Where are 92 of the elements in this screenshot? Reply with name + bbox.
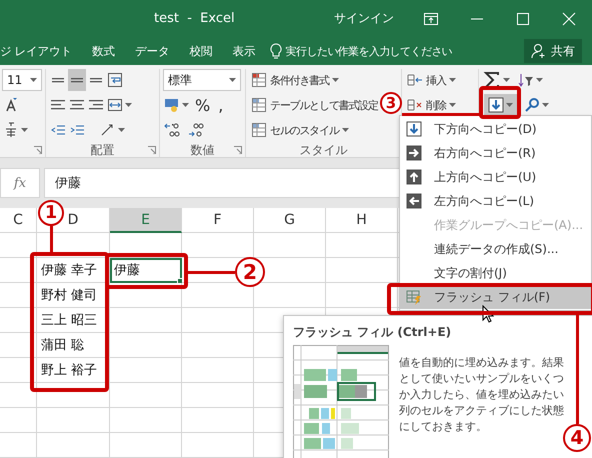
caret-icon <box>536 78 543 82</box>
column-header[interactable]: F <box>182 208 254 233</box>
align-lines-icon <box>69 78 85 82</box>
currency-icon <box>164 97 180 113</box>
table-style-icon <box>251 97 267 113</box>
table-cell: 野上 裕子 <box>37 358 110 383</box>
ribbon-tab[interactable]: 校閲 <box>180 37 223 65</box>
search-icon <box>524 97 540 113</box>
table-style-icon <box>251 72 267 88</box>
menu-item[interactable]: 連続データの作成(S)... <box>400 237 591 261</box>
dialog-launcher-icon[interactable] <box>34 146 42 154</box>
align-lines-icon <box>50 78 66 82</box>
menu-item[interactable]: フラッシュ フィル(F) <box>400 285 591 309</box>
cells-grid-icon <box>407 97 423 113</box>
ribbon-tab[interactable]: 数式 <box>82 37 126 65</box>
caret-icon <box>332 78 339 82</box>
dialog-launcher-icon[interactable] <box>148 146 156 154</box>
phonetic-guide-icon <box>3 122 19 138</box>
cells-command-button[interactable]: 削除 <box>405 94 458 116</box>
column-header[interactable]: H <box>326 208 398 233</box>
caret-icon <box>182 103 189 107</box>
window-title: test - Excel <box>154 11 235 26</box>
fill-button[interactable] <box>484 94 517 116</box>
increase-decimal-icon <box>164 122 180 138</box>
caret-icon <box>448 103 456 107</box>
wrap-text-icon <box>107 72 123 88</box>
person-add-icon <box>531 43 547 59</box>
group-label: 数値 <box>190 142 216 159</box>
tooltip-description: 値を自動的に埋め込みます。結果として使いたいサンプルをいくつか入力したら、値を埋め込みたい列のセルをアクティブにした状態にしておきます。 <box>399 355 565 435</box>
percent-button[interactable]: % <box>192 94 214 116</box>
sort-filter-icon <box>518 72 534 88</box>
font-size-dropdown[interactable]: 11 <box>2 69 42 91</box>
leader-line <box>50 226 53 253</box>
active-cell[interactable]: 伊藤 <box>110 258 182 283</box>
caret-icon <box>506 103 513 107</box>
caret-icon <box>30 78 37 82</box>
menu-item[interactable]: 右方向へコピー(R) <box>400 141 591 165</box>
table-style-icon <box>251 122 267 138</box>
caret-icon <box>118 128 125 132</box>
caret-icon <box>448 78 456 82</box>
caret-icon <box>342 128 349 132</box>
minimize-icon <box>471 18 483 20</box>
comma-button[interactable]: , <box>215 94 226 116</box>
caret-icon <box>125 103 132 107</box>
menu-item[interactable]: 文字の割付(J) <box>400 261 591 285</box>
leader-line <box>186 271 235 274</box>
styles-command-button[interactable]: テーブルとして書式設定 <box>249 94 380 116</box>
styles-command-button[interactable]: セルのスタイル <box>249 119 351 141</box>
ribbon-tab[interactable]: データ <box>125 37 180 65</box>
styles-command-button[interactable]: 条件付き書式 <box>249 69 341 91</box>
table-cell: 三上 昭三 <box>37 308 110 333</box>
flash-fill-icon <box>406 289 422 305</box>
fill-handle[interactable] <box>177 278 183 284</box>
table-cell: 野村 健司 <box>37 283 110 308</box>
group-label: スタイル <box>298 142 348 159</box>
menu-item[interactable]: 上方向へコピー(U) <box>400 165 591 189</box>
menu-item[interactable]: 下方向へコピー(D) <box>400 117 591 141</box>
align-center-icon <box>69 100 85 110</box>
vertical-align-button[interactable] <box>68 69 86 91</box>
table-cell: 蒲田 聡 <box>37 333 110 358</box>
dialog-launcher-icon[interactable] <box>234 146 242 154</box>
share-button[interactable]: 共有 <box>524 39 582 63</box>
sign-in-link[interactable]: サインイン <box>334 10 394 27</box>
tooltip-title: フラッシュ フィル (Ctrl+E) <box>293 324 452 341</box>
caret-icon <box>542 103 549 107</box>
annotation-number: 2 <box>235 257 265 287</box>
cells-command-button[interactable]: 挿入 <box>405 69 458 91</box>
table-cell: 伊藤 幸子 <box>37 258 110 283</box>
close-icon <box>561 10 577 26</box>
ribbon-tab[interactable]: 表示 <box>222 37 266 65</box>
ribbon-tab[interactable]: ジ レイアウト <box>0 37 82 65</box>
align-right-icon <box>88 100 104 110</box>
number-format-dropdown[interactable]: 標準 <box>163 69 241 91</box>
lightbulb-icon <box>270 43 282 59</box>
maximize-icon <box>515 10 531 26</box>
merge-cells-icon <box>107 97 123 113</box>
column-header[interactable]: E <box>110 208 182 233</box>
ribbon-display-icon <box>423 10 439 26</box>
align-lines-icon <box>88 78 104 82</box>
column-header[interactable]: C <box>0 208 37 233</box>
caret-icon <box>229 78 236 82</box>
tell-me-field[interactable]: 実行したい作業を入力してください <box>270 43 452 59</box>
caret-icon <box>503 78 510 82</box>
annotation-frame <box>479 86 521 119</box>
insert-function-button[interactable]: fx <box>0 168 40 198</box>
group-label: 配置 <box>90 142 116 159</box>
caret-icon <box>21 128 28 132</box>
align-left-icon <box>50 100 66 110</box>
cells-grid-icon <box>407 72 423 88</box>
sigma-icon <box>483 71 501 89</box>
column-header[interactable]: G <box>254 208 326 233</box>
decrease-decimal-icon <box>188 122 204 138</box>
